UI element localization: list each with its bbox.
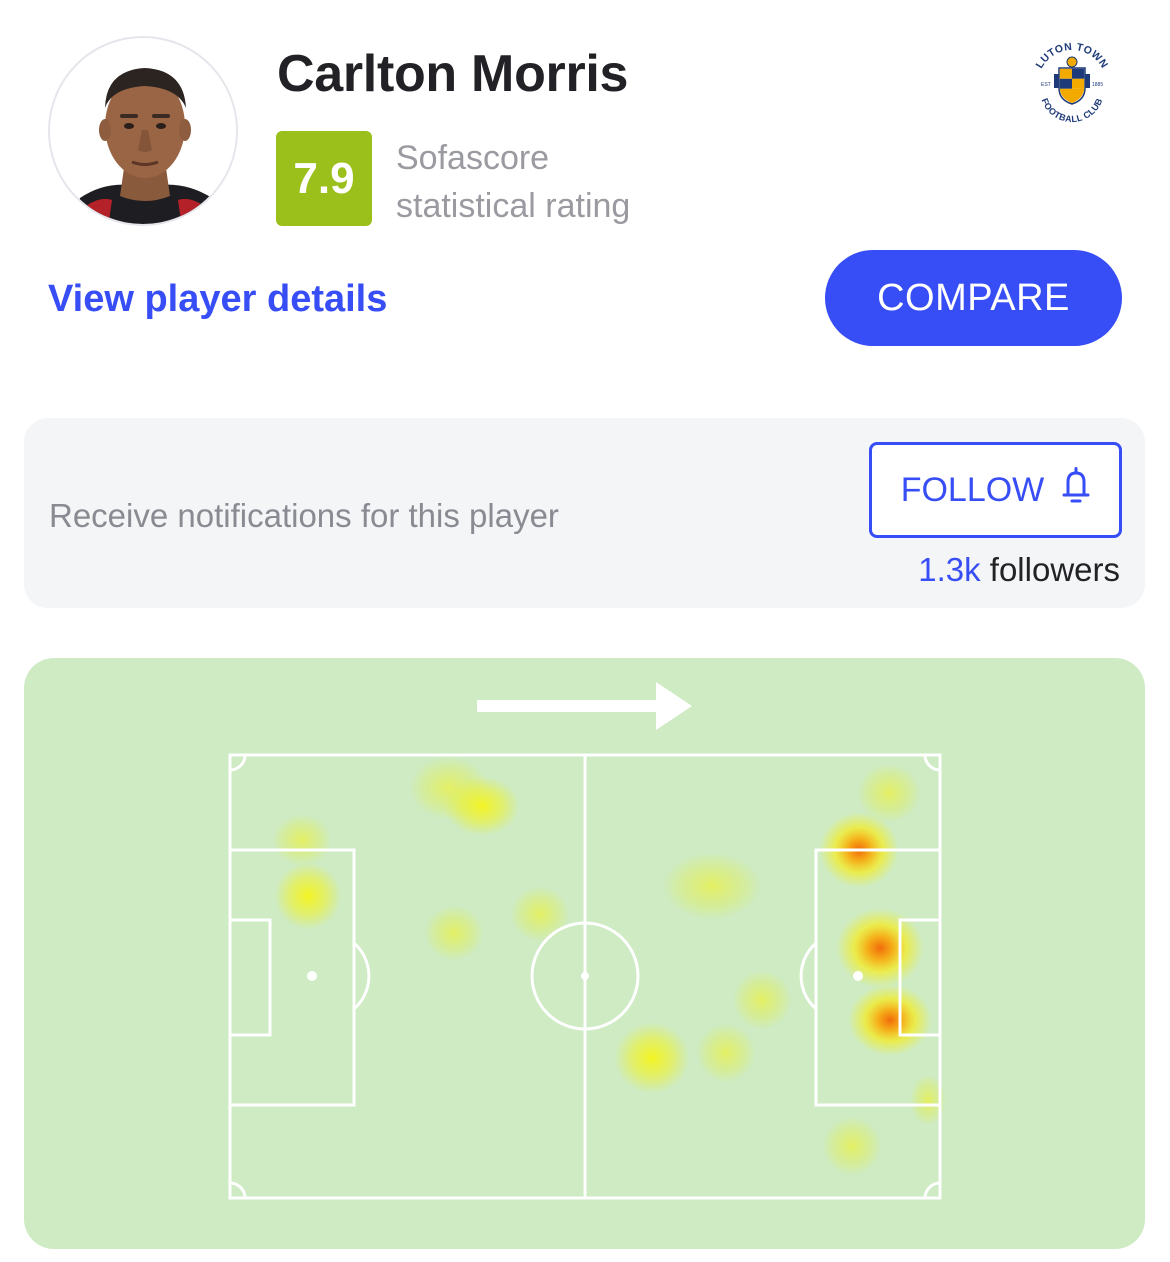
follow-button-label: FOLLOW — [900, 470, 1045, 509]
heat-blob — [424, 905, 484, 961]
heat-blob — [614, 1022, 690, 1094]
player-avatar — [48, 36, 238, 226]
rating-caption: Sofascore statistical rating — [396, 134, 630, 230]
corner-arc — [229, 754, 247, 772]
heatmap-blobs — [272, 756, 946, 1176]
heatmap-card — [24, 658, 1145, 1249]
followers-number: 1.3k — [918, 551, 981, 588]
rating-caption-line1: Sofascore — [396, 139, 550, 177]
left-penalty-spot — [307, 971, 317, 981]
heat-blob — [696, 1023, 756, 1083]
view-player-details-link[interactable]: View player details — [48, 274, 387, 324]
heat-blob — [848, 984, 932, 1056]
heat-blob — [732, 970, 792, 1030]
followers-count: 1.3k followers — [918, 548, 1120, 592]
heat-blob — [444, 776, 520, 836]
bell-icon — [1062, 466, 1090, 514]
notifications-card: Receive notifications for this player FO… — [24, 418, 1145, 608]
followers-label: followers — [980, 551, 1120, 588]
logo-est: EST — [1041, 82, 1051, 88]
compare-button[interactable]: COMPARE — [825, 250, 1122, 346]
heat-blob — [274, 862, 342, 930]
left-goal-area — [228, 918, 272, 1037]
notifications-text: Receive notifications for this player — [49, 497, 559, 534]
heat-blob — [272, 814, 332, 866]
attack-direction-arrow-icon — [477, 682, 692, 730]
heat-blob — [822, 1116, 882, 1176]
right-penalty-arc — [799, 941, 818, 1011]
heat-blob — [662, 852, 762, 920]
left-penalty-arc — [352, 941, 371, 1011]
corner-arc — [923, 754, 941, 772]
rating-caption-line2: statistical rating — [396, 187, 631, 225]
centre-spot — [581, 972, 589, 980]
rating-badge: 7.9 — [276, 131, 372, 226]
right-penalty-spot — [853, 971, 863, 981]
corner-arc — [923, 1181, 941, 1199]
corner-arc — [229, 1181, 247, 1199]
logo-year: 1885 — [1092, 82, 1103, 88]
player-name: Carlton Morris — [277, 45, 629, 103]
heat-blob — [510, 886, 570, 942]
follow-button[interactable]: FOLLOW — [869, 442, 1122, 538]
club-logo[interactable]: LUTON TOWN FOOTBALL CLUB EST 1885 — [1026, 38, 1118, 130]
